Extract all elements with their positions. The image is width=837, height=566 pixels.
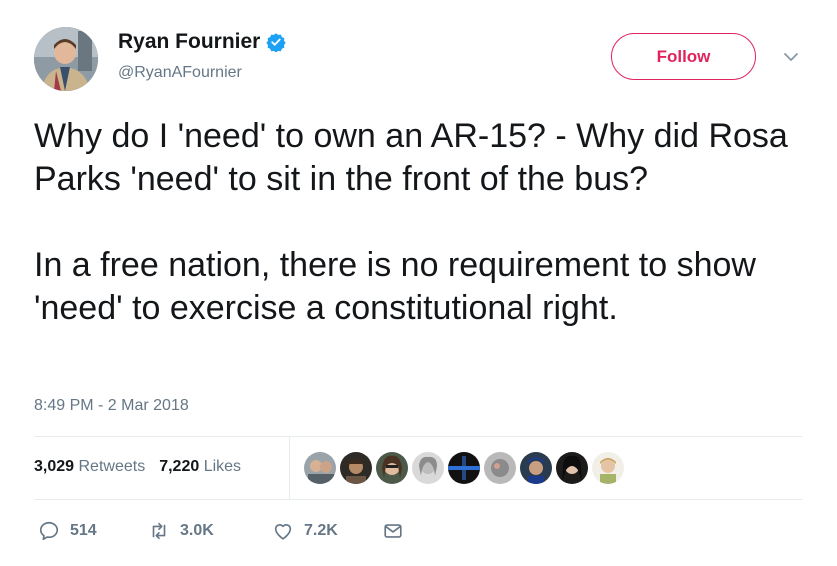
verified-icon	[266, 33, 287, 52]
retweet-action[interactable]: 3.0K	[148, 520, 272, 542]
user-name-row: Ryan Fournier	[118, 30, 287, 54]
like-icon	[274, 524, 292, 540]
liker-avatar[interactable]	[520, 452, 552, 484]
likes-stat[interactable]: 7,220 Likes	[159, 458, 241, 476]
user-name[interactable]: Ryan Fournier	[118, 30, 260, 54]
liker-avatar[interactable]	[340, 452, 372, 484]
reply-action[interactable]: 514	[38, 520, 148, 542]
liker-avatar[interactable]	[412, 452, 444, 484]
retweets-count: 3,029	[34, 458, 75, 475]
liker-avatar[interactable]	[376, 452, 408, 484]
user-handle[interactable]: @RyanAFournier	[118, 64, 242, 82]
liker-avatar[interactable]	[304, 452, 336, 484]
liker-avatar[interactable]	[556, 452, 588, 484]
tweet-paragraph: Why do I 'need' to own an AR-15? - Why d…	[34, 117, 788, 198]
like-action[interactable]: 7.2K	[272, 520, 382, 542]
likes-label: Likes	[203, 458, 242, 475]
tweet-actions: 514 3.0K 7.2K	[38, 520, 404, 542]
follow-button[interactable]: Follow	[611, 33, 756, 80]
message-action[interactable]	[382, 520, 404, 542]
tweet-text: Why do I 'need' to own an AR-15? - Why d…	[34, 115, 814, 330]
reply-icon	[39, 521, 59, 541]
retweets-stat[interactable]: 3,029 Retweets	[34, 458, 145, 476]
like-count: 7.2K	[304, 522, 338, 539]
likes-count: 7,220	[159, 458, 200, 475]
tweet-paragraph: In a free nation, there is no requiremen…	[34, 246, 756, 327]
retweet-icon	[152, 522, 166, 540]
retweet-count: 3.0K	[180, 522, 214, 539]
reply-count: 514	[70, 522, 97, 539]
likers-avatars	[304, 452, 624, 484]
chevron-down-icon[interactable]	[783, 51, 799, 63]
divider	[34, 436, 802, 437]
retweets-label: Retweets	[78, 458, 146, 475]
liker-avatar[interactable]	[448, 452, 480, 484]
divider	[34, 499, 802, 500]
avatar[interactable]	[34, 27, 98, 91]
stats-separator	[289, 437, 290, 499]
message-icon	[384, 524, 402, 538]
tweet-stats: 3,029 Retweets 7,220 Likes	[34, 458, 241, 476]
liker-avatar[interactable]	[592, 452, 624, 484]
liker-avatar[interactable]	[484, 452, 516, 484]
tweet-timestamp[interactable]: 8:49 PM - 2 Mar 2018	[34, 397, 189, 415]
avatar-image	[34, 27, 98, 91]
